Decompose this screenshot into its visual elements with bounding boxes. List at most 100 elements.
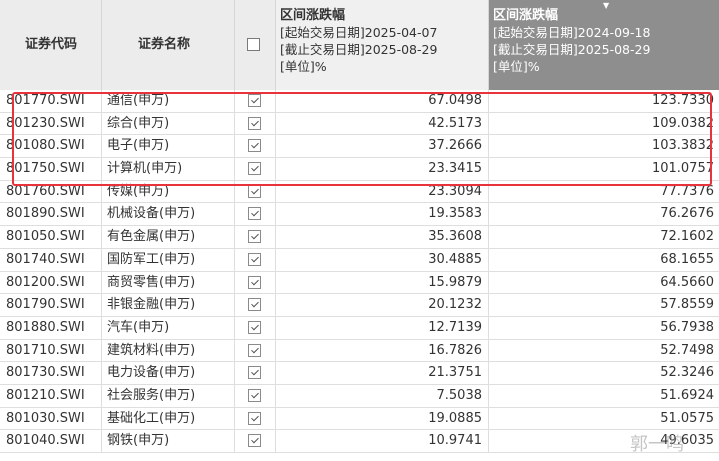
row-checkbox[interactable] <box>248 207 261 221</box>
cell-range-change-1: 23.3094 <box>276 180 489 203</box>
column-header-range-change-2[interactable]: ▼ 区间涨跌幅 [起始交易日期]2024-09-18 [截止交易日期]2025-… <box>489 0 719 90</box>
column-header-code-label: 证券代码 <box>25 37 78 52</box>
table-row[interactable]: 801030.SWI 基础化工(申万) 19.0885 51.0575 <box>0 407 719 431</box>
column-header-name-label: 证券名称 <box>138 37 191 52</box>
cell-code: 801210.SWI <box>0 384 102 407</box>
cell-name: 社会服务(申万) <box>102 384 235 407</box>
row-checkbox[interactable] <box>248 275 261 289</box>
cell-range-change-2: 76.2676 <box>660 206 714 222</box>
cell-name: 传媒(申万) <box>102 180 235 203</box>
cell-select <box>235 294 276 316</box>
cell-range-change-1: 23.3415 <box>276 158 489 180</box>
cell-name: 基础化工(申万) <box>102 407 235 430</box>
column-header-range-change-1[interactable]: 区间涨跌幅 [起始交易日期]2025-04-07 [截止交易日期]2025-08… <box>276 0 489 90</box>
cell-code: 801760.SWI <box>0 180 102 203</box>
cell-name: 综合(申万) <box>102 112 235 135</box>
column-header-range-change-1-text: 区间涨跌幅 [起始交易日期]2025-04-07 [截止交易日期]2025-08… <box>280 7 437 75</box>
cell-range-change-1: 15.9879 <box>276 271 489 294</box>
table-row[interactable]: 801880.SWI 汽车(申万) 12.7139 56.7938 <box>0 316 719 340</box>
cell-code: 801080.SWI <box>0 135 102 158</box>
table-row[interactable]: 801730.SWI 电力设备(申万) 21.3751 52.3246 <box>0 362 719 385</box>
cell-select <box>235 407 276 430</box>
table-row[interactable]: 801080.SWI 电子(申万) 37.2666 103.3832 <box>0 135 719 159</box>
row-checkbox[interactable] <box>248 252 261 266</box>
cell-range-change-2: 109.0382 <box>651 115 714 131</box>
table-row[interactable]: 801890.SWI 机械设备(申万) 19.3583 76.2676 <box>0 203 719 227</box>
cell-name: 商贸零售(申万) <box>102 271 235 294</box>
column-header-code[interactable]: 证券代码 <box>0 0 102 90</box>
cell-code: 801730.SWI <box>0 362 102 384</box>
table-row[interactable]: 801040.SWI 钢铁(申万) 10.9741 49.6035 <box>0 430 719 453</box>
cell-range-change-1: 16.7826 <box>276 339 489 362</box>
row-checkbox[interactable] <box>248 94 261 107</box>
table-row[interactable]: 801200.SWI 商贸零售(申万) 15.9879 64.5660 <box>0 271 719 295</box>
cell-code: 801890.SWI <box>0 203 102 226</box>
cell-name: 机械设备(申万) <box>102 203 235 226</box>
column-header-name[interactable]: 证券名称 <box>102 0 235 90</box>
table-row[interactable]: 801770.SWI 通信(申万) 67.0498 123.7330 <box>0 90 719 113</box>
range2-end-date: [截止交易日期]2025-08-29 <box>493 42 651 57</box>
cell-range-change-1: 12.7139 <box>276 316 489 339</box>
row-checkbox[interactable] <box>248 343 261 357</box>
row-checkbox[interactable] <box>248 366 261 380</box>
range1-unit: [单位]% <box>280 59 327 74</box>
row-checkbox[interactable] <box>248 411 261 425</box>
cell-range-change-2: 51.6924 <box>660 387 714 403</box>
cell-select <box>235 112 276 135</box>
row-checkbox[interactable] <box>248 162 261 176</box>
cell-select <box>235 135 276 158</box>
cell-code: 801880.SWI <box>0 316 102 339</box>
cell-range-change-1: 35.3608 <box>276 226 489 248</box>
row-checkbox[interactable] <box>248 434 261 448</box>
cell-name: 计算机(申万) <box>102 158 235 180</box>
column-header-select-all[interactable] <box>235 0 276 90</box>
cell-select <box>235 226 276 248</box>
row-checkbox[interactable] <box>248 388 261 402</box>
cell-range-change-2: 51.0575 <box>660 410 714 426</box>
cell-range-change-1: 30.4885 <box>276 248 489 271</box>
cell-code: 801770.SWI <box>0 90 102 112</box>
row-checkbox[interactable] <box>248 320 261 334</box>
cell-code: 801750.SWI <box>0 158 102 180</box>
cell-range-change-2: 68.1655 <box>660 251 714 267</box>
select-all-checkbox[interactable] <box>247 38 260 51</box>
cell-name: 有色金属(申万) <box>102 226 235 248</box>
cell-code: 801790.SWI <box>0 294 102 316</box>
row-checkbox[interactable] <box>248 230 261 244</box>
table-row[interactable]: 801050.SWI 有色金属(申万) 35.3608 72.1602 <box>0 226 719 249</box>
cell-select <box>235 384 276 407</box>
table-row[interactable]: 801790.SWI 非银金融(申万) 20.1232 57.8559 <box>0 294 719 317</box>
row-checkbox[interactable] <box>248 298 261 312</box>
cell-range-change-1: 37.2666 <box>276 135 489 158</box>
table-row[interactable]: 801230.SWI 综合(申万) 42.5173 109.0382 <box>0 112 719 136</box>
cell-name: 建筑材料(申万) <box>102 339 235 362</box>
cell-range-change-2: 56.7938 <box>660 319 714 335</box>
row-checkbox[interactable] <box>248 184 261 198</box>
table-row[interactable]: 801710.SWI 建筑材料(申万) 16.7826 52.7498 <box>0 339 719 363</box>
table-row[interactable]: 801760.SWI 传媒(申万) 23.3094 77.7376 <box>0 180 719 204</box>
cell-name: 电子(申万) <box>102 135 235 158</box>
cell-select <box>235 271 276 294</box>
table-row[interactable]: 801750.SWI 计算机(申万) 23.3415 101.0757 <box>0 158 719 181</box>
column-header-range-change-2-text: 区间涨跌幅 [起始交易日期]2024-09-18 [截止交易日期]2025-08… <box>493 7 650 75</box>
cell-name: 通信(申万) <box>102 90 235 112</box>
row-checkbox[interactable] <box>248 139 261 153</box>
table-row[interactable]: 801740.SWI 国防军工(申万) 30.4885 68.1655 <box>0 248 719 272</box>
cell-range-change-1: 67.0498 <box>276 90 489 112</box>
table-row[interactable]: 801210.SWI 社会服务(申万) 7.5038 51.6924 <box>0 384 719 408</box>
cell-select <box>235 90 276 112</box>
cell-range-change-2: 64.5660 <box>660 274 714 290</box>
row-checkbox[interactable] <box>248 116 261 130</box>
cell-select <box>235 180 276 203</box>
cell-select <box>235 248 276 271</box>
range1-end-date: [截止交易日期]2025-08-29 <box>280 42 438 57</box>
cell-select <box>235 362 276 384</box>
watermark: 郭一鸣 <box>630 434 684 455</box>
cell-select <box>235 430 276 452</box>
range1-title: 区间涨跌幅 <box>280 8 346 23</box>
cell-code: 801200.SWI <box>0 271 102 294</box>
cell-range-change-1: 21.3751 <box>276 362 489 384</box>
cell-range-change-1: 20.1232 <box>276 294 489 316</box>
cell-code: 801230.SWI <box>0 112 102 135</box>
cell-range-change-2: 77.7376 <box>660 183 714 199</box>
